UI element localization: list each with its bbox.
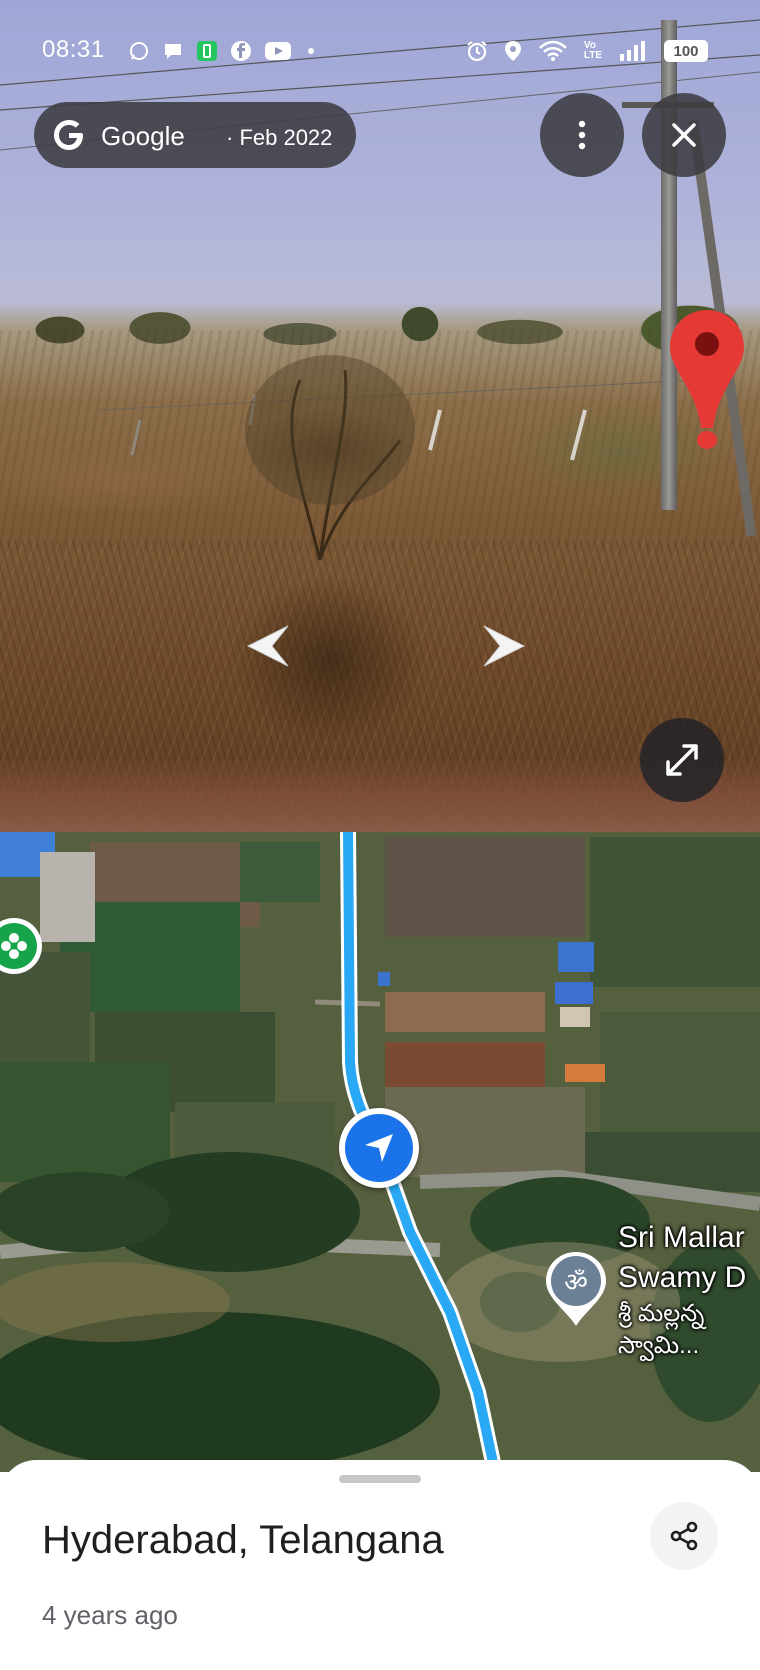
google-brand: Google: [101, 121, 185, 151]
facebook-icon: [230, 40, 252, 62]
status-bar: 08:31 Vo LTE 100: [0, 30, 760, 70]
status-time: 08:31: [42, 36, 105, 63]
poi-telugu-line2: స్వామి...: [618, 1332, 700, 1359]
alarm-icon: [466, 40, 488, 62]
flower-icon: [1, 933, 27, 959]
share-icon: [670, 1521, 698, 1551]
location-pin-icon: [670, 310, 744, 449]
place-title: Hyderabad, Telangana: [42, 1518, 444, 1562]
close-button[interactable]: [642, 93, 726, 177]
dot-icon: [300, 40, 322, 62]
chat-icon: [162, 40, 184, 62]
current-view-marker[interactable]: [339, 1108, 419, 1188]
battery-app-icon: [196, 40, 218, 62]
google-g-icon: [54, 120, 83, 150]
wifi-icon: [538, 40, 568, 62]
temple-pin-icon[interactable]: ॐ: [544, 1250, 608, 1328]
imagery-age: 4 years ago: [42, 1600, 178, 1630]
share-button[interactable]: [650, 1502, 718, 1570]
poi-name-line2: Swamy D: [618, 1261, 747, 1294]
pan-right-arrow[interactable]: [474, 622, 534, 670]
volte-icon: Vo LTE: [583, 40, 603, 61]
poi-telugu-line1: శ్రీ మల్లన్న: [618, 1300, 705, 1327]
location-icon: [502, 40, 524, 62]
whatsapp-icon: [128, 40, 150, 62]
signal-icon: [618, 40, 646, 62]
more-options-button[interactable]: [540, 93, 624, 177]
expand-button[interactable]: [640, 718, 724, 802]
poi-label[interactable]: Sri Mallar Swamy D శ్రీ మల్లన్న స్వామి..…: [618, 1218, 760, 1362]
poi-name-line1: Sri Mallar: [618, 1221, 745, 1254]
pan-left-arrow[interactable]: [238, 622, 298, 670]
sheet-drag-handle[interactable]: [339, 1475, 421, 1483]
more-vert-icon: [578, 120, 586, 150]
close-icon: [672, 123, 696, 147]
imagery-source-pill[interactable]: Google · Feb 2022: [34, 102, 356, 168]
bottom-sheet[interactable]: Hyderabad, Telangana 4 years ago: [0, 1460, 760, 1670]
expand-icon: [666, 744, 698, 776]
navigation-arrow-icon: [365, 1134, 393, 1162]
youtube-icon: [264, 40, 292, 62]
svg-text:ॐ: ॐ: [564, 1268, 588, 1298]
battery-indicator: 100: [664, 40, 708, 62]
capture-date: · Feb 2022: [226, 125, 333, 150]
